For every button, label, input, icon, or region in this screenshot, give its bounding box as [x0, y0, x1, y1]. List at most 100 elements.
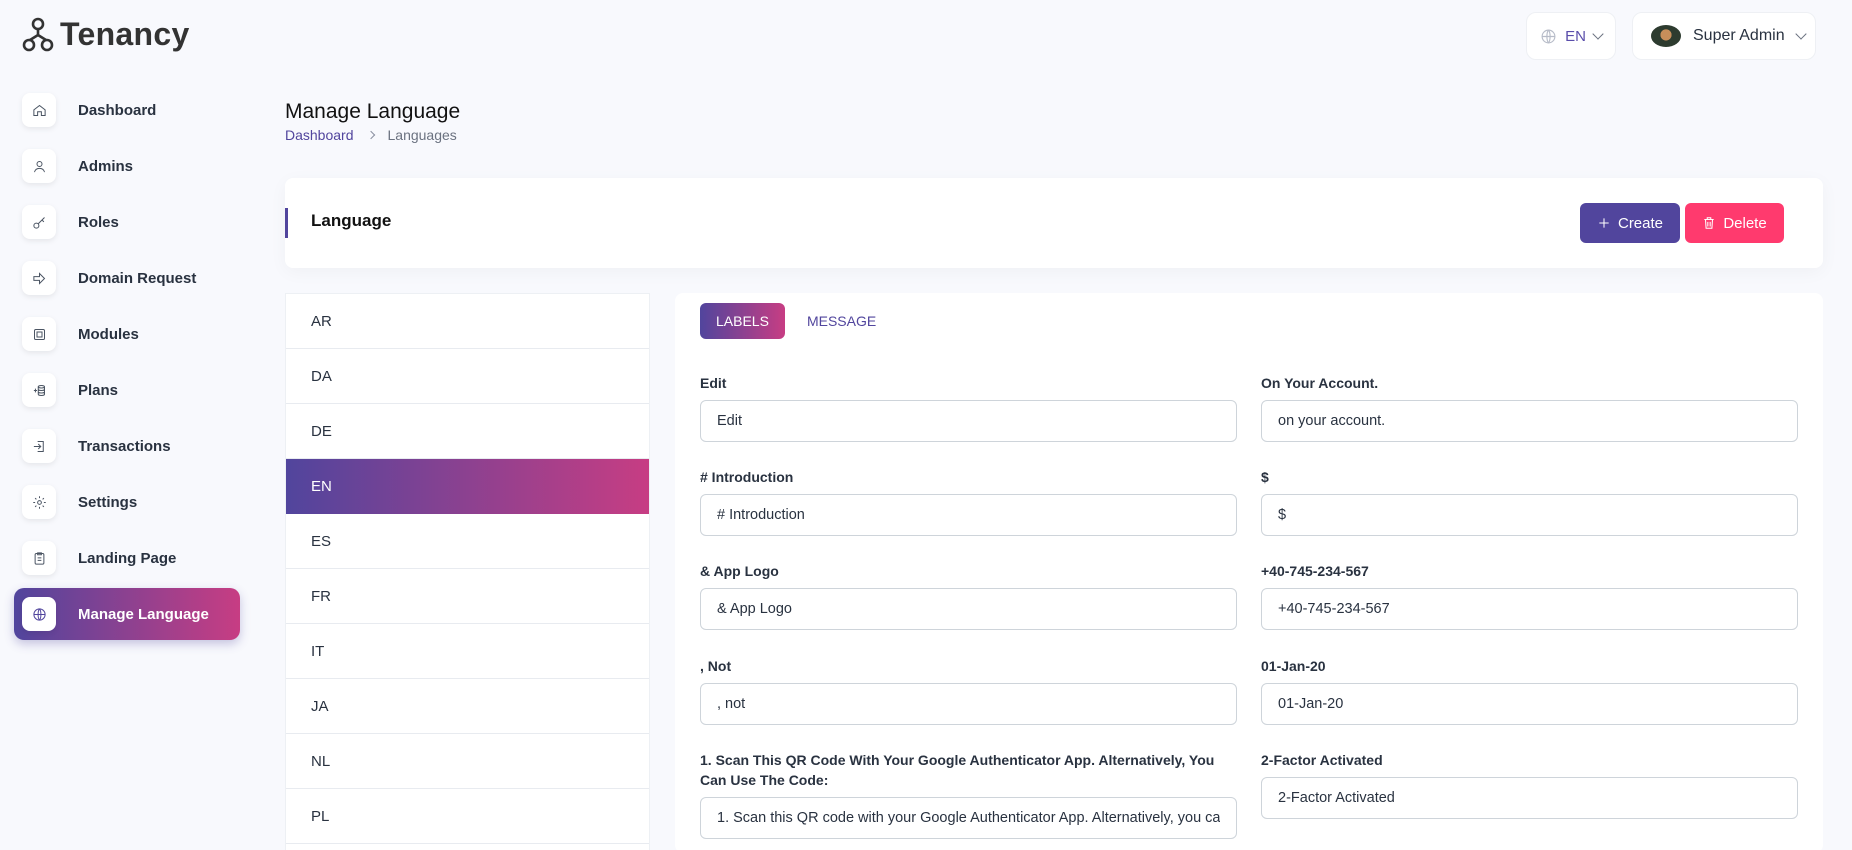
- sidebar-item-manage-language[interactable]: Manage Language: [14, 588, 240, 640]
- globe-icon: [1541, 29, 1556, 43]
- login-icon: [22, 429, 56, 463]
- language-item-fr[interactable]: FR: [286, 569, 649, 624]
- clipboard-icon: [22, 541, 56, 575]
- box-icon: [22, 317, 56, 351]
- sidebar-item-label: Admins: [78, 157, 134, 175]
- language-item-ja[interactable]: JA: [286, 679, 649, 734]
- language-switcher[interactable]: EN: [1526, 12, 1616, 60]
- sidebar-item-plans[interactable]: Plans: [14, 364, 240, 416]
- logo-icon: [22, 17, 54, 51]
- user-menu[interactable]: Super Admin: [1632, 12, 1816, 60]
- language-item-ar[interactable]: AR: [286, 294, 649, 349]
- language-code: EN: [1565, 27, 1586, 45]
- translation-editor: LABELS MESSAGE Edit # Introduction & App…: [675, 293, 1823, 850]
- breadcrumb-current: Languages: [387, 127, 457, 143]
- editor-tabs: LABELS MESSAGE: [700, 303, 892, 339]
- sidebar-item-admins[interactable]: Admins: [14, 140, 240, 192]
- home-icon: [22, 93, 56, 127]
- sidebar-item-label: Dashboard: [78, 101, 157, 119]
- create-button[interactable]: Create: [1580, 203, 1680, 243]
- breadcrumb-home-link[interactable]: Dashboard: [285, 127, 354, 143]
- sidebar-item-label: Manage Language: [78, 605, 209, 623]
- avatar: [1651, 25, 1681, 47]
- field-group: & App Logo: [700, 561, 1237, 630]
- field-group: 01-Jan-20: [1261, 656, 1798, 725]
- field-label: +40-745-234-567: [1261, 563, 1369, 579]
- field-label: 2-Factor Activated: [1261, 752, 1383, 768]
- field-group: 2-Factor Activated: [1261, 750, 1798, 819]
- breadcrumb: Dashboard Languages: [285, 127, 457, 143]
- field-group: , Not: [700, 656, 1237, 725]
- language-card: Language Create Delete: [285, 178, 1823, 268]
- field-label: $: [1261, 469, 1269, 485]
- globe-icon: [22, 597, 56, 631]
- coins-icon: [22, 373, 56, 407]
- sidebar-item-transactions[interactable]: Transactions: [14, 420, 240, 472]
- brand-name: Tenancy: [60, 16, 190, 52]
- field-label: , Not: [700, 658, 732, 674]
- field-label: & App Logo: [700, 563, 779, 579]
- page-title: Manage Language: [285, 100, 461, 123]
- translation-input[interactable]: [1261, 777, 1798, 819]
- chevron-down-icon: [1794, 28, 1807, 40]
- sidebar-item-label: Settings: [78, 493, 138, 511]
- translation-input[interactable]: [1261, 400, 1798, 442]
- field-label: Edit: [700, 375, 727, 391]
- translation-input[interactable]: [1261, 588, 1798, 630]
- translation-input[interactable]: [700, 400, 1237, 442]
- field-label: On Your Account.: [1261, 375, 1379, 391]
- sidebar-item-dashboard[interactable]: Dashboard: [14, 84, 240, 136]
- user-name: Super Admin: [1693, 27, 1785, 44]
- translation-input[interactable]: [700, 797, 1237, 839]
- create-button-label: Create: [1617, 214, 1664, 232]
- language-item-pl[interactable]: PL: [286, 789, 649, 844]
- sidebar-item-label: Modules: [78, 325, 139, 343]
- field-label: 1. Scan This QR Code With Your Google Au…: [700, 752, 1215, 788]
- sidebar-item-label: Domain Request: [78, 269, 197, 287]
- sidebar-item-landing-page[interactable]: Landing Page: [14, 532, 240, 584]
- field-group: 1. Scan This QR Code With Your Google Au…: [700, 750, 1237, 839]
- field-label: # Introduction: [700, 469, 794, 485]
- gear-icon: [22, 485, 56, 519]
- delete-button-label: Delete: [1723, 214, 1767, 232]
- translation-input[interactable]: [700, 588, 1237, 630]
- card-title: Language: [311, 211, 392, 230]
- tab-message[interactable]: MESSAGE: [791, 303, 892, 339]
- sidebar-item-roles[interactable]: Roles: [14, 196, 240, 248]
- arrow-right-icon: [22, 261, 56, 295]
- sidebar-item-label: Roles: [78, 213, 119, 231]
- field-group: $: [1261, 467, 1798, 536]
- user-icon: [22, 149, 56, 183]
- sidebar-item-settings[interactable]: Settings: [14, 476, 240, 528]
- sidebar-item-domain-request[interactable]: Domain Request: [14, 252, 240, 304]
- sidebar-item-label: Landing Page: [78, 549, 177, 567]
- key-icon: [22, 205, 56, 239]
- language-item-da[interactable]: DA: [286, 349, 649, 404]
- translation-input[interactable]: [1261, 494, 1798, 536]
- chevron-down-icon: [1592, 28, 1604, 40]
- translation-input[interactable]: [1261, 683, 1798, 725]
- tab-labels[interactable]: LABELS: [700, 303, 785, 339]
- delete-button[interactable]: Delete: [1685, 203, 1784, 243]
- language-item-es[interactable]: ES: [286, 514, 649, 569]
- sidebar-item-label: Plans: [78, 381, 119, 399]
- plus-icon: [1599, 218, 1609, 228]
- sidebar: Dashboard Admins Roles Domain Request Mo…: [14, 84, 240, 644]
- language-item-de[interactable]: DE: [286, 404, 649, 459]
- language-list: AR DA DE EN ES FR IT JA NL PL: [285, 293, 650, 850]
- translation-input[interactable]: [700, 683, 1237, 725]
- chevron-right-icon: [366, 130, 375, 140]
- brand-logo[interactable]: Tenancy: [22, 16, 190, 53]
- sidebar-item-modules[interactable]: Modules: [14, 308, 240, 360]
- field-label: 01-Jan-20: [1261, 658, 1326, 674]
- trash-icon: [1704, 217, 1714, 229]
- language-item-nl[interactable]: NL: [286, 734, 649, 789]
- language-item-it[interactable]: IT: [286, 624, 649, 679]
- translation-input[interactable]: [700, 494, 1237, 536]
- sidebar-item-label: Transactions: [78, 437, 171, 455]
- language-item-en[interactable]: EN: [286, 459, 649, 514]
- field-group: Edit: [700, 373, 1237, 442]
- field-group: +40-745-234-567: [1261, 561, 1798, 630]
- field-group: On Your Account.: [1261, 373, 1798, 442]
- field-group: # Introduction: [700, 467, 1237, 536]
